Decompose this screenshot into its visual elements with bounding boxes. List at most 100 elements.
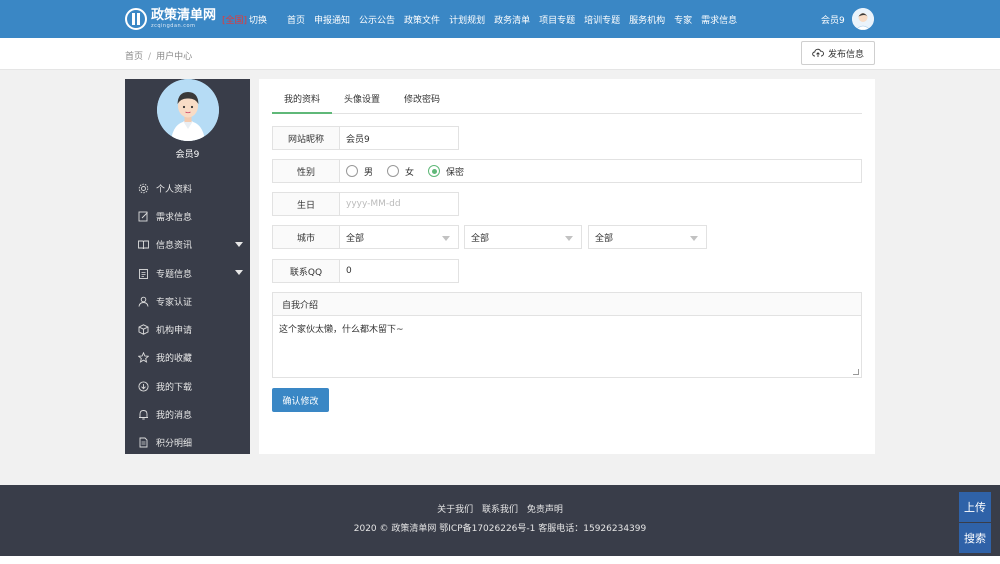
profile-name: 会员9 bbox=[175, 150, 200, 160]
intro-label: 自我介绍 bbox=[273, 293, 861, 316]
radio-label: 男 bbox=[364, 167, 374, 178]
sidebar-item-label: 积分明细 bbox=[156, 439, 193, 450]
city-row: 城市 全部 全部 全部 bbox=[272, 225, 707, 249]
sidebar-item-favorites[interactable]: 我的收藏 bbox=[125, 344, 250, 372]
region-label: [全国] bbox=[222, 15, 248, 26]
nav-item-service-orgs[interactable]: 服务机构 bbox=[629, 13, 665, 26]
footer-link-disclaimer[interactable]: 免责声明 bbox=[527, 505, 563, 515]
qq-input[interactable]: 0 bbox=[340, 259, 459, 283]
chevron-down-icon bbox=[690, 236, 698, 241]
nav-item-experts[interactable]: 专家 bbox=[674, 13, 692, 26]
nav-item-announcement[interactable]: 公示公告 bbox=[359, 13, 395, 26]
tab-change-password[interactable]: 修改密码 bbox=[392, 91, 452, 114]
profile-avatar[interactable] bbox=[157, 79, 219, 141]
gender-option-secret[interactable]: 保密 bbox=[428, 165, 464, 178]
user-icon bbox=[138, 296, 149, 307]
sidebar-item-label: 专题信息 bbox=[156, 269, 193, 280]
header-user-name[interactable]: 会员9 bbox=[821, 13, 845, 26]
nav-item-home[interactable]: 首页 bbox=[287, 13, 305, 26]
search-float-button[interactable]: 搜索 bbox=[959, 523, 991, 553]
breadcrumb-home[interactable]: 首页 bbox=[125, 52, 143, 62]
caret-down-icon bbox=[235, 241, 243, 247]
footer-link-contact[interactable]: 联系我们 bbox=[482, 505, 518, 515]
intro-box: 自我介绍 这个家伙太懒，什么都木留下~ bbox=[272, 292, 862, 378]
region-switch-link[interactable]: 切换 bbox=[249, 13, 267, 26]
select-value: 全部 bbox=[595, 233, 614, 244]
download-icon bbox=[138, 381, 149, 392]
bottom-strip bbox=[0, 556, 1000, 564]
sidebar-item-expert-cert[interactable]: 专家认证 bbox=[125, 287, 250, 315]
sidebar-item-topics[interactable]: 专题信息 bbox=[125, 259, 250, 287]
radio-icon bbox=[387, 165, 400, 177]
sidebar-item-messages[interactable]: 我的消息 bbox=[125, 400, 250, 428]
province-select[interactable]: 全部 bbox=[340, 225, 459, 249]
nav-item-training[interactable]: 培训专题 bbox=[584, 13, 620, 26]
gender-option-male[interactable]: 男 bbox=[346, 165, 373, 178]
nav-item-gov-list[interactable]: 政务清单 bbox=[494, 13, 530, 26]
sidebar-item-label: 专家认证 bbox=[156, 297, 193, 308]
breadcrumb-separator: / bbox=[148, 52, 152, 62]
bell-icon bbox=[138, 409, 149, 420]
breadcrumb-current: 用户中心 bbox=[156, 52, 193, 62]
city-select[interactable]: 全部 bbox=[464, 225, 582, 249]
book-icon bbox=[138, 239, 149, 250]
breadcrumb-bar: 首页 / 用户中心 发布信息 bbox=[0, 38, 1000, 70]
birthday-input[interactable]: yyyy-MM-dd bbox=[340, 192, 459, 216]
resize-grip-icon[interactable] bbox=[853, 369, 859, 375]
nav-item-policy-files[interactable]: 政策文件 bbox=[404, 13, 440, 26]
nickname-input[interactable]: 会员9 bbox=[340, 126, 459, 150]
sidebar-item-label: 我的收藏 bbox=[156, 354, 193, 365]
sidebar-item-label: 需求信息 bbox=[156, 212, 193, 223]
sidebar-item-points[interactable]: 积分明细 bbox=[125, 429, 250, 457]
caret-down-icon bbox=[235, 269, 243, 275]
upload-float-button[interactable]: 上传 bbox=[959, 492, 991, 522]
nav-item-projects[interactable]: 项目专题 bbox=[539, 13, 575, 26]
city-label: 城市 bbox=[272, 225, 340, 249]
clipboard-icon bbox=[138, 268, 149, 279]
nav-item-declaration[interactable]: 申报通知 bbox=[314, 13, 350, 26]
star-icon bbox=[138, 352, 149, 364]
sidebar-item-label: 我的下载 bbox=[156, 382, 193, 393]
confirm-button[interactable]: 确认修改 bbox=[272, 388, 329, 412]
district-select[interactable]: 全部 bbox=[588, 225, 707, 249]
nav-item-demands[interactable]: 需求信息 bbox=[701, 13, 737, 26]
chevron-down-icon bbox=[565, 236, 573, 241]
nickname-row: 网站昵称 会员9 bbox=[272, 126, 459, 150]
sidebar-item-downloads[interactable]: 我的下载 bbox=[125, 372, 250, 400]
qq-label: 联系QQ bbox=[272, 259, 340, 283]
logo-icon bbox=[125, 8, 147, 30]
radio-icon bbox=[346, 165, 358, 177]
select-value: 全部 bbox=[471, 233, 490, 244]
gear-icon bbox=[138, 183, 149, 194]
sidebar-profile: 会员9 bbox=[125, 79, 250, 171]
gender-label: 性别 bbox=[272, 159, 340, 183]
nav-item-planning[interactable]: 计划规划 bbox=[449, 13, 485, 26]
breadcrumb: 首页 / 用户中心 bbox=[125, 49, 192, 62]
gender-row: 性别 男 女 保密 bbox=[272, 159, 862, 183]
qq-row: 联系QQ 0 bbox=[272, 259, 459, 283]
sidebar-item-profile[interactable]: 个人资料 bbox=[125, 174, 250, 202]
sidebar-item-org-apply[interactable]: 机构申请 bbox=[125, 315, 250, 343]
sidebar-item-label: 机构申请 bbox=[156, 326, 193, 337]
publish-button-label: 发布信息 bbox=[827, 49, 864, 60]
tab-avatar-settings[interactable]: 头像设置 bbox=[332, 91, 392, 114]
sidebar: 会员9 个人资料 需求信息 信息资讯 专题信息 专家认证 机构申请 我的收藏 我… bbox=[125, 79, 250, 454]
intro-textarea[interactable]: 这个家伙太懒，什么都木留下~ bbox=[273, 316, 861, 377]
cube-icon bbox=[138, 324, 149, 335]
sidebar-item-demands[interactable]: 需求信息 bbox=[125, 202, 250, 230]
tab-my-profile[interactable]: 我的资料 bbox=[272, 91, 333, 114]
sidebar-item-label: 个人资料 bbox=[156, 184, 193, 195]
sidebar-item-news[interactable]: 信息资讯 bbox=[125, 231, 250, 259]
gender-option-female[interactable]: 女 bbox=[387, 165, 414, 178]
header-avatar[interactable] bbox=[852, 8, 874, 30]
publish-button[interactable]: 发布信息 bbox=[801, 41, 875, 65]
profile-panel: 我的资料 头像设置 修改密码 网站昵称 会员9 性别 男 女 保密 生日 yyy… bbox=[259, 79, 875, 454]
footer-link-about[interactable]: 关于我们 bbox=[437, 505, 473, 515]
footer-copyright: 2020 © 政策清单网 鄂ICP备17026226号-1 客服电话：15926… bbox=[353, 524, 647, 534]
birthday-label: 生日 bbox=[272, 192, 340, 216]
gender-radio-group: 男 女 保密 bbox=[340, 159, 862, 183]
edit-icon bbox=[138, 211, 149, 222]
footer-links: 关于我们 联系我们 免责声明 bbox=[0, 502, 1000, 515]
site-logo[interactable]: 政策清单网 zcqingdan.com [全国] 切换 bbox=[125, 7, 267, 31]
radio-label: 女 bbox=[405, 167, 415, 178]
